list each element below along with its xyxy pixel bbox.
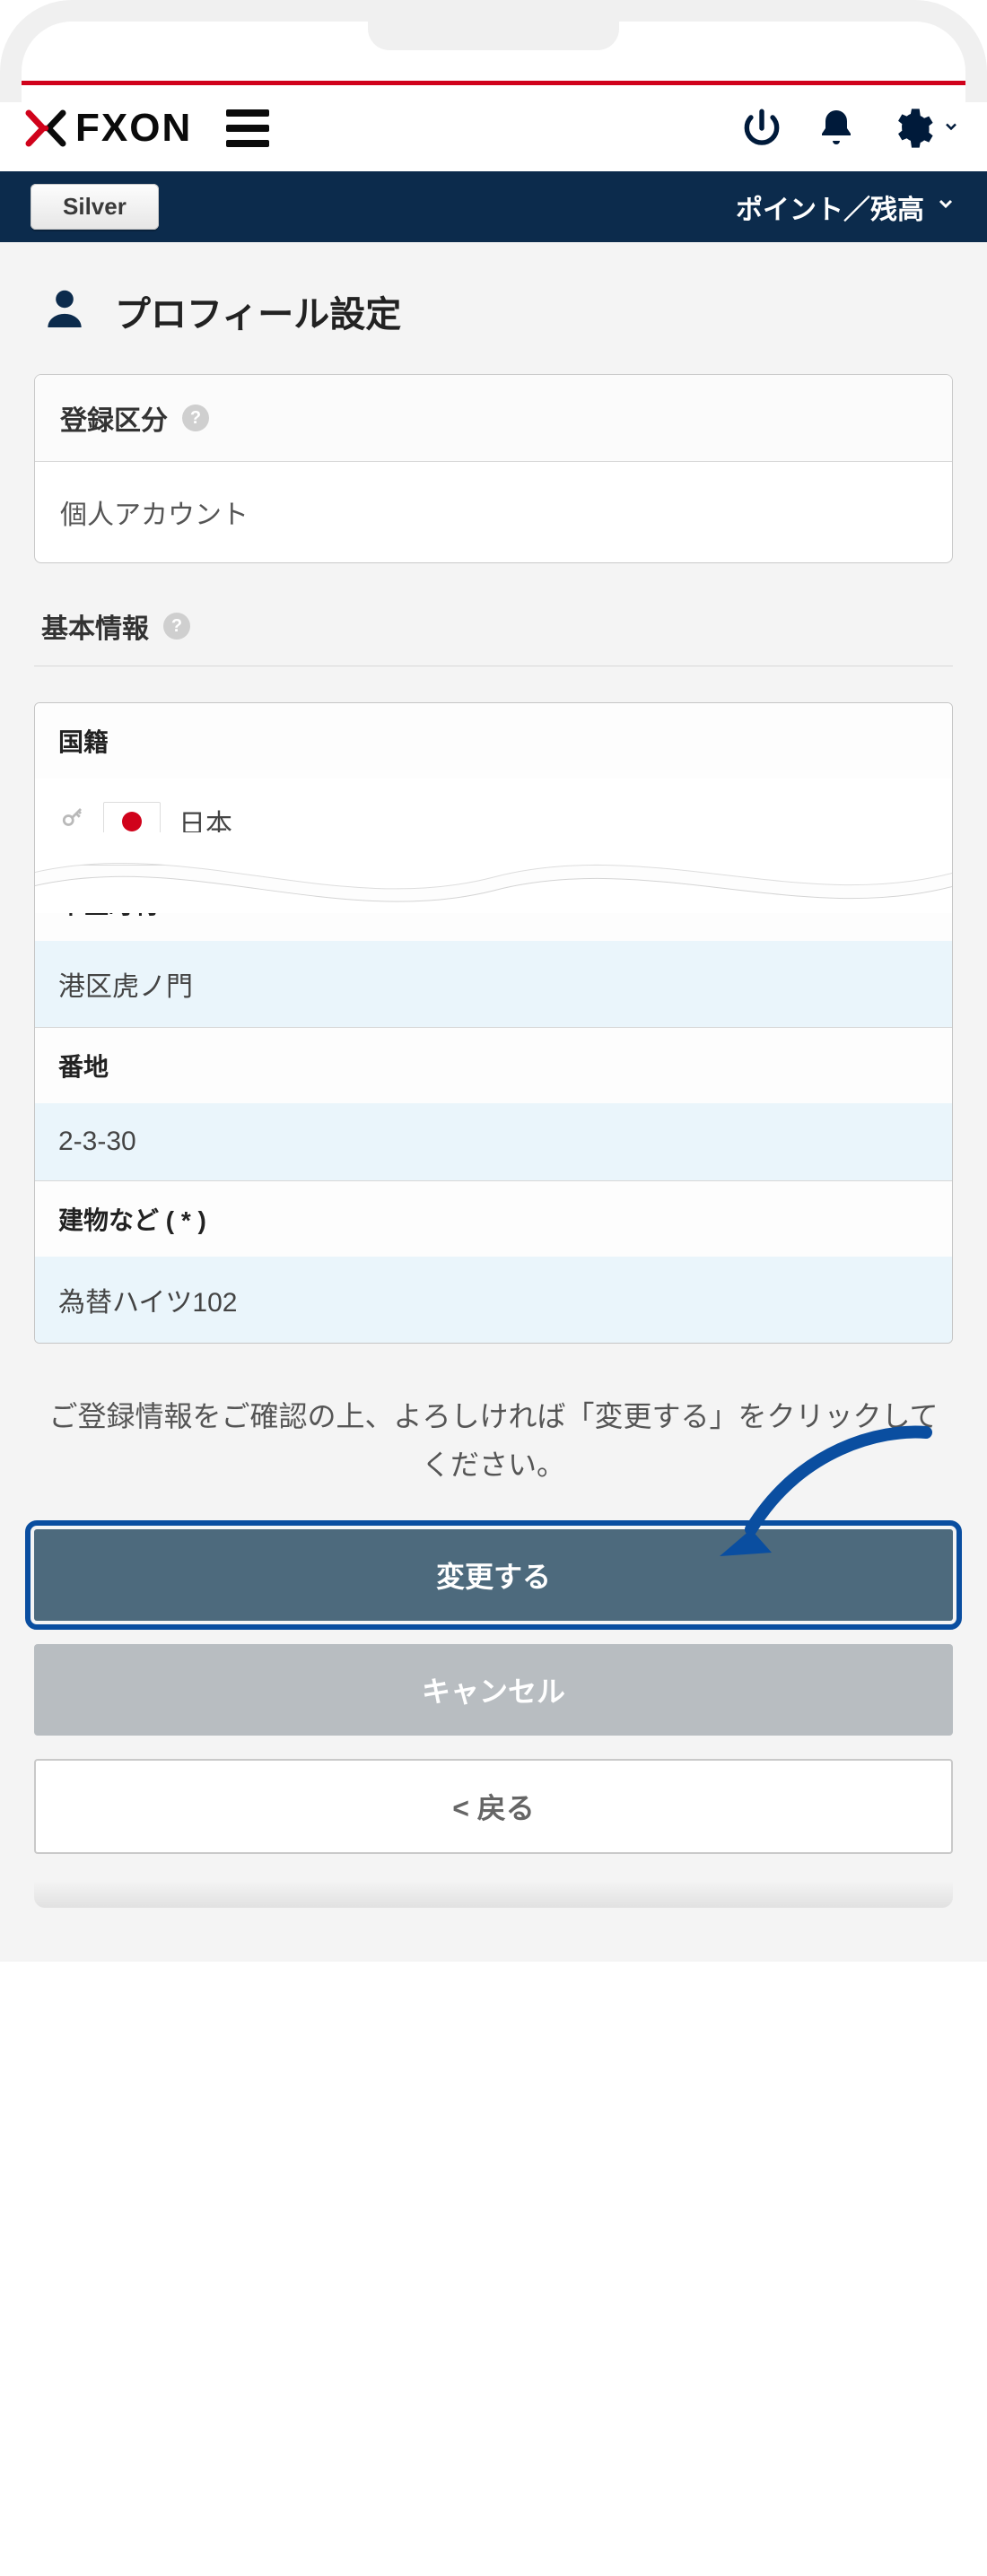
lock-icon — [58, 805, 85, 839]
page-title-bar: プロフィール設定 — [0, 242, 987, 365]
field-value-building: 為替ハイツ102 — [35, 1257, 952, 1343]
tier-badge[interactable]: Silver — [31, 184, 159, 230]
sub-header: Silver ポイント／残高 — [0, 171, 987, 242]
button-group: 変更する キャンセル < 戻る — [34, 1529, 953, 1854]
help-icon[interactable]: ? — [182, 405, 209, 431]
reg-type-label: 登録区分 — [60, 398, 168, 438]
field-value-city: 港区虎ノ門 — [35, 941, 952, 1027]
brand-text: FXON — [75, 106, 192, 151]
phone-frame-top — [0, 0, 987, 81]
power-icon[interactable] — [739, 106, 784, 151]
help-icon[interactable]: ? — [163, 613, 190, 640]
basic-info-heading: 基本情報 ? — [34, 563, 953, 666]
back-button[interactable]: < 戻る — [34, 1759, 953, 1854]
basic-info-label: 基本情報 — [41, 606, 149, 646]
main-content: 登録区分 ? 個人アカウント 基本情報 ? 国籍 日本 — [0, 365, 987, 1962]
app-header: FXON — [0, 85, 987, 171]
header-actions — [739, 105, 960, 152]
field-label-building: 建物など ( * ) — [35, 1180, 952, 1257]
chevron-down-icon — [935, 193, 956, 221]
chevron-down-icon — [942, 117, 960, 140]
brand-mark-icon — [25, 108, 66, 149]
field-label-city: 市区町村 — [35, 865, 952, 941]
points-balance-toggle[interactable]: ポイント／残高 — [736, 187, 956, 227]
field-value-nationality: 日本 — [35, 779, 952, 865]
gear-icon — [888, 105, 935, 152]
points-label: ポイント／残高 — [736, 187, 924, 227]
bell-icon[interactable] — [815, 107, 858, 150]
reg-type-value: 個人アカウント — [35, 462, 952, 562]
nationality-text: 日本 — [179, 802, 232, 841]
field-label-nationality: 国籍 — [35, 703, 952, 779]
submit-button[interactable]: 変更する — [34, 1529, 953, 1621]
phone-frame-bottom-shadow — [34, 1881, 953, 1908]
person-icon — [39, 283, 90, 338]
settings-dropdown[interactable] — [888, 105, 960, 152]
field-label-street: 番地 — [35, 1027, 952, 1103]
page-title: プロフィール設定 — [115, 285, 401, 337]
flag-jp-icon — [103, 802, 161, 841]
confirmation-text: ご登録情報をご確認の上、よろしければ「変更する」をクリックしてください。 — [34, 1392, 953, 1490]
registration-type-card: 登録区分 ? 個人アカウント — [34, 374, 953, 563]
menu-button[interactable] — [226, 109, 269, 147]
brand-logo[interactable]: FXON — [25, 106, 192, 151]
cancel-button[interactable]: キャンセル — [34, 1644, 953, 1736]
field-value-street: 2-3-30 — [35, 1103, 952, 1180]
card-header: 登録区分 ? — [35, 375, 952, 462]
basic-info-card: 国籍 日本 市区町村 港区虎ノ門 番地 2-3-30 建物など ( * ) 為替… — [34, 702, 953, 1344]
